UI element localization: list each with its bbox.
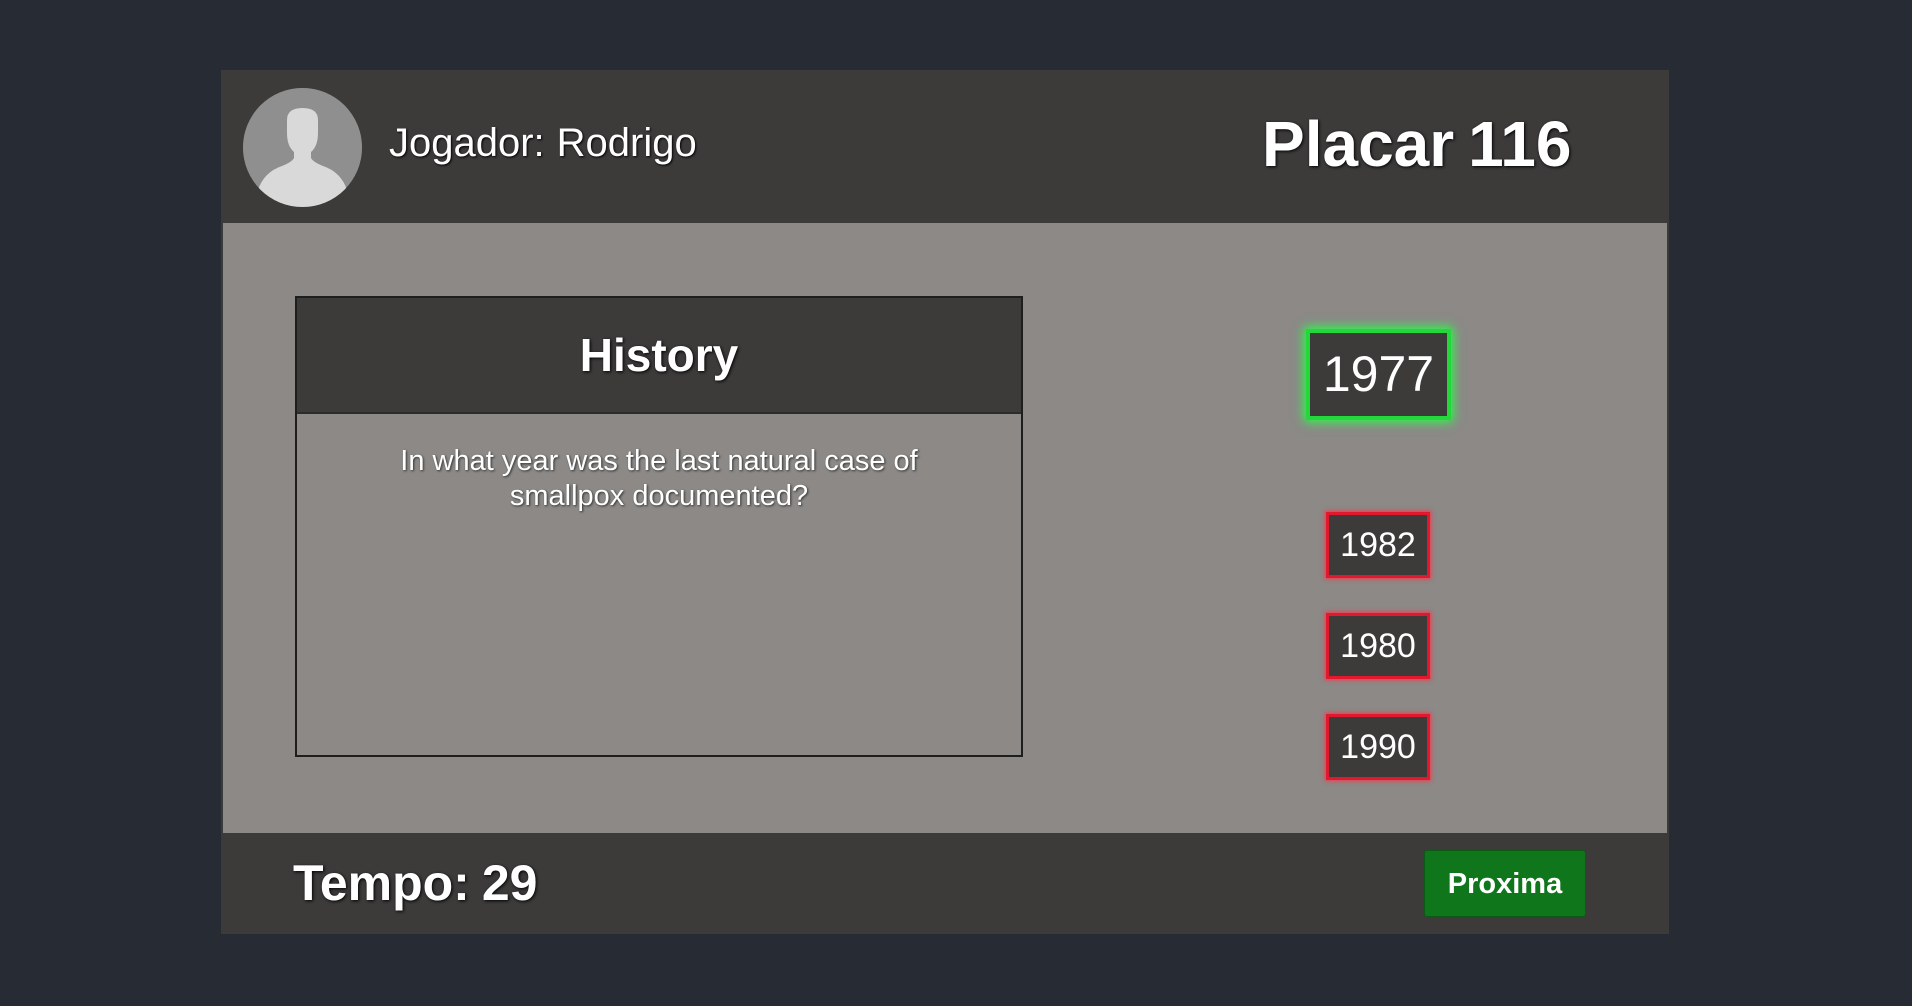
timer-value: 29 bbox=[481, 855, 538, 911]
answer-option-1[interactable]: 1977 bbox=[1306, 329, 1451, 420]
answer-option-4[interactable]: 1990 bbox=[1326, 714, 1430, 780]
answer-list: 1977 1982 1980 1990 bbox=[223, 223, 1667, 833]
user-silhouette-icon bbox=[243, 88, 362, 207]
next-button[interactable]: Proxima bbox=[1424, 850, 1586, 917]
score: Placar 116 bbox=[1262, 106, 1571, 182]
timer: Tempo: 29 bbox=[293, 855, 537, 911]
answer-option-3[interactable]: 1980 bbox=[1326, 613, 1430, 679]
answer-option-2[interactable]: 1982 bbox=[1326, 512, 1430, 578]
score-value: 116 bbox=[1468, 108, 1572, 180]
score-label: Placar bbox=[1262, 108, 1455, 180]
game-header: Jogador: Rodrigo Placar 116 bbox=[221, 70, 1669, 223]
player-name-value: Rodrigo bbox=[556, 121, 697, 165]
player-label: Jogador: bbox=[389, 121, 545, 165]
player-name: Jogador: Rodrigo bbox=[389, 118, 697, 168]
game-card: Jogador: Rodrigo Placar 116 History In wha… bbox=[221, 70, 1669, 934]
game-main: History In what year was the last natura… bbox=[223, 223, 1667, 833]
timer-label: Tempo: bbox=[293, 855, 470, 911]
game-footer: Tempo: 29 Proxima bbox=[221, 833, 1669, 934]
